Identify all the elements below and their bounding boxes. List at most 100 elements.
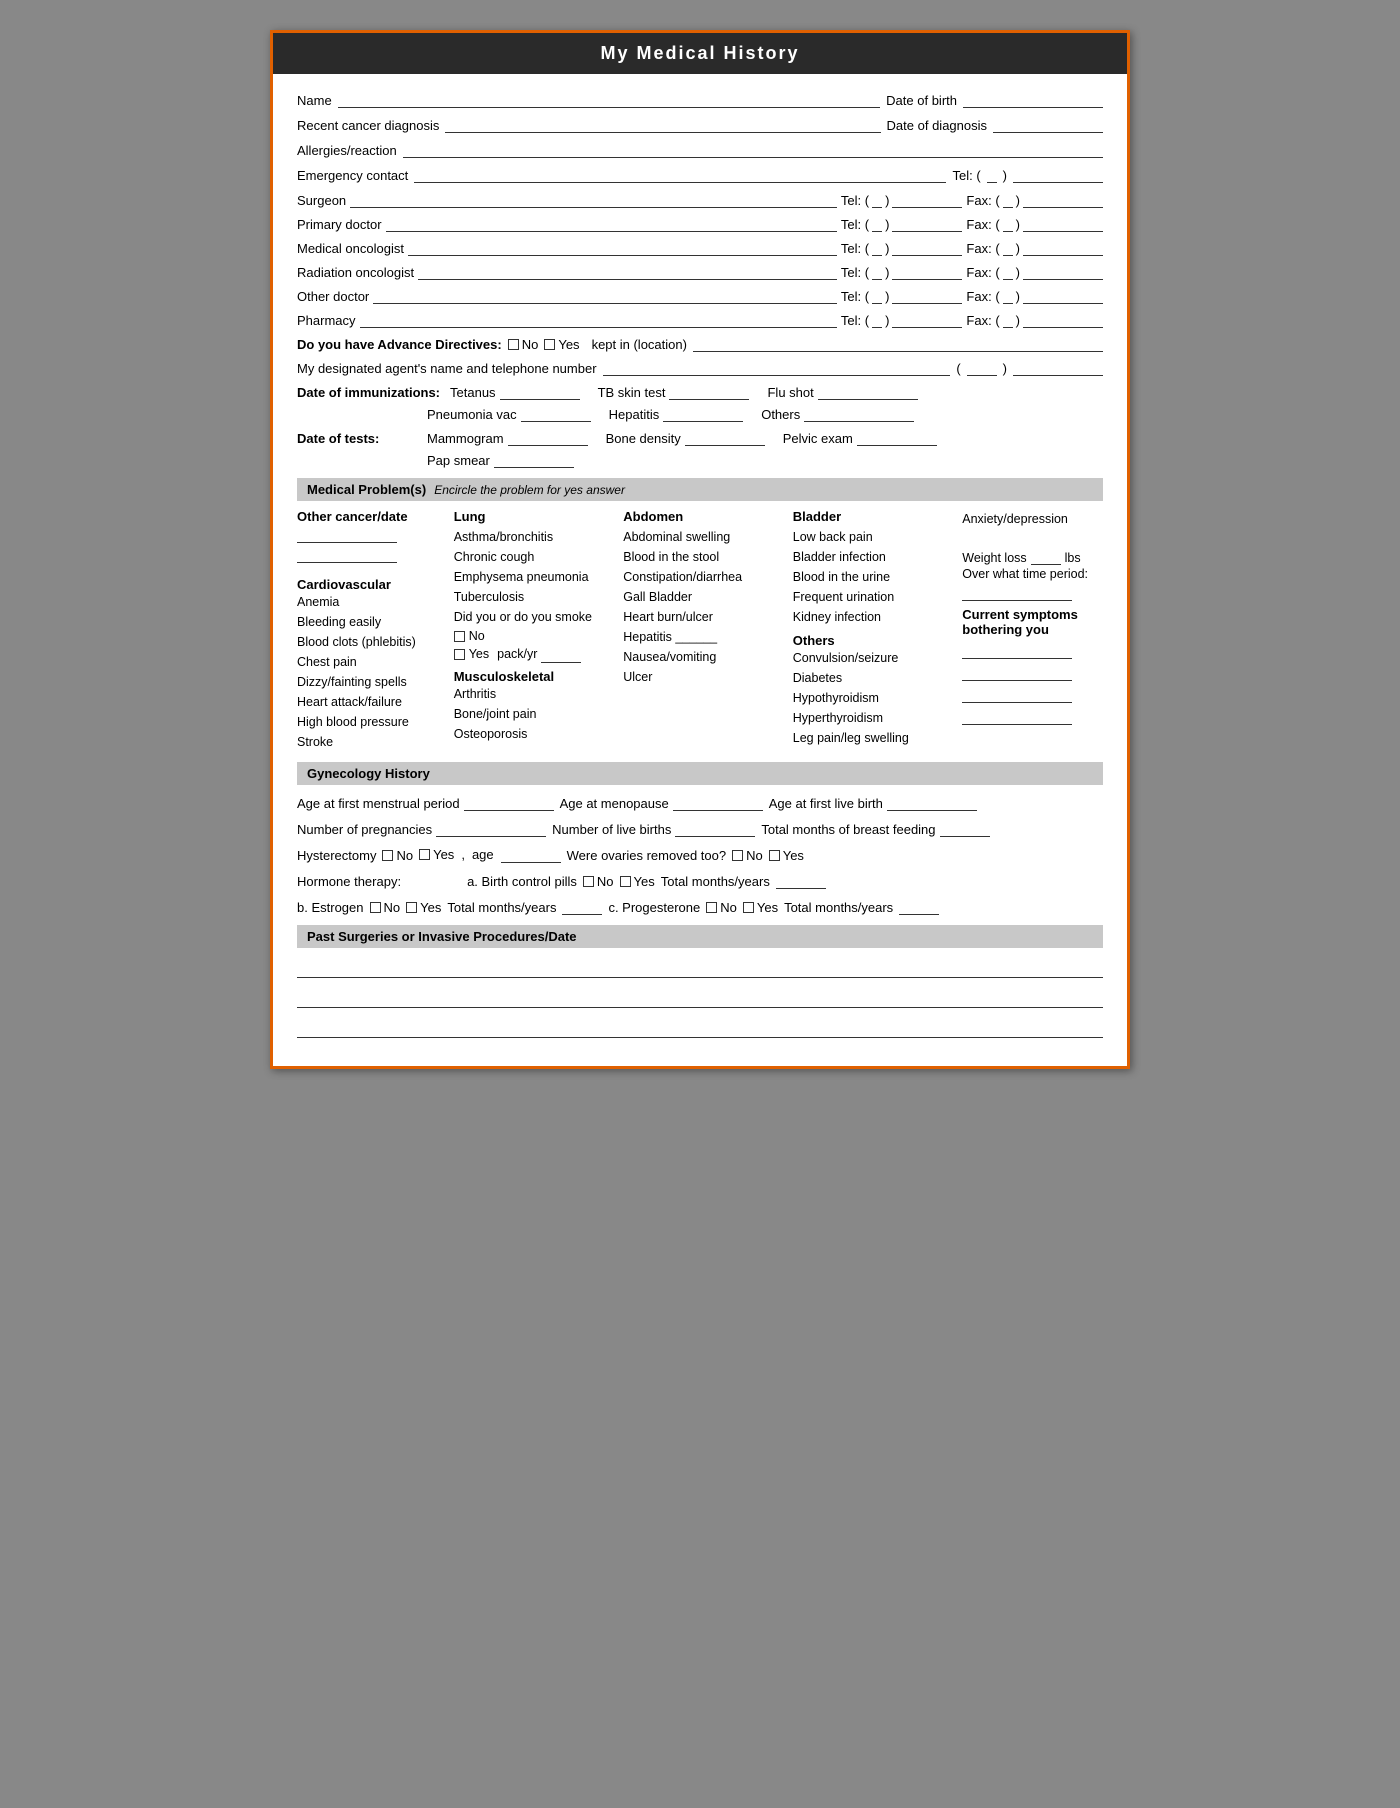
- dob-line: [963, 90, 1103, 108]
- ovaries-yes-checkbox[interactable]: [769, 850, 780, 861]
- radiation-row: Radiation oncologist Tel: ( ) Fax: ( ): [297, 262, 1103, 280]
- radiation-label: Radiation oncologist: [297, 265, 414, 280]
- problems-col-symptoms: Anxiety/depression Weight loss lbs Over …: [954, 509, 1103, 725]
- diagnosis-date-line: [993, 115, 1103, 133]
- others-item: Others: [761, 404, 914, 422]
- location-label: kept in (location): [592, 337, 687, 352]
- tb-item: TB skin test: [598, 382, 750, 400]
- cancer-label: Recent cancer diagnosis: [297, 118, 439, 133]
- advance-directives-row: Do you have Advance Directives: No Yes k…: [297, 334, 1103, 352]
- problems-col-abdomen: Abdomen Abdominal swelling Blood in the …: [615, 509, 785, 687]
- cardiovascular-stroke: Stroke: [297, 732, 438, 752]
- pharmacy-label: Pharmacy: [297, 313, 356, 328]
- cardiovascular-heart-attack: Heart attack/failure: [297, 692, 438, 712]
- hepatitis-item: Hepatitis: [609, 404, 744, 422]
- birth-control-yes-checkbox[interactable]: [620, 876, 631, 887]
- progesterone-yes-checkbox[interactable]: [743, 902, 754, 913]
- hysterectomy-no-checkbox[interactable]: [382, 850, 393, 861]
- dob-label: Date of birth: [886, 93, 957, 108]
- emergency-row: Emergency contact Tel: ( ): [297, 165, 1103, 183]
- location-line: [693, 334, 1103, 352]
- other-doctor-row: Other doctor Tel: ( ) Fax: ( ): [297, 286, 1103, 304]
- allergies-line: [403, 140, 1103, 158]
- surgery-line-3: [297, 1016, 1103, 1038]
- bone-density-item: Bone density: [606, 428, 765, 446]
- name-row: Name Date of birth: [297, 90, 1103, 108]
- oncologist-label: Medical oncologist: [297, 241, 404, 256]
- tests-section: Date of tests: Mammogram Bone density Pe…: [297, 428, 1103, 468]
- medical-history-form: My Medical History Name Date of birth Re…: [270, 30, 1130, 1069]
- problems-col-cancer: Other cancer/date Cardiovascular Anemia …: [297, 509, 446, 752]
- ovaries-no-checkbox[interactable]: [732, 850, 743, 861]
- smoke-no-checkbox[interactable]: [454, 631, 465, 642]
- birth-control-no-checkbox[interactable]: [583, 876, 594, 887]
- agent-row: My designated agent's name and telephone…: [297, 358, 1103, 376]
- estrogen-yes-checkbox[interactable]: [406, 902, 417, 913]
- allergies-row: Allergies/reaction: [297, 140, 1103, 158]
- smoke-yes-row: Yes pack/yr: [454, 645, 608, 663]
- agent-label: My designated agent's name and telephone…: [297, 361, 597, 376]
- agent-line: [603, 358, 951, 376]
- advance-yes: Yes: [544, 337, 579, 352]
- advance-label: Do you have Advance Directives:: [297, 337, 502, 352]
- gyn-row-1: Age at first menstrual period Age at men…: [297, 793, 1103, 811]
- problems-col-bladder: Bladder Low back pain Bladder infection …: [785, 509, 955, 748]
- emergency-line: [414, 165, 946, 183]
- primary-doctor-label: Primary doctor: [297, 217, 382, 232]
- gyn-row-4: Hormone therapy: a. Birth control pills …: [297, 871, 1103, 889]
- cancer-row: Recent cancer diagnosis Date of diagnosi…: [297, 115, 1103, 133]
- immun-row-2: Pneumonia vac Hepatitis Others: [297, 404, 1103, 422]
- gyn-row-3: Hysterectomy No Yes , age Were ovaries r…: [297, 845, 1103, 863]
- immun-label: Date of immunizations:: [297, 385, 440, 400]
- smoke-no-row: No: [454, 629, 608, 643]
- surgeries-header: Past Surgeries or Invasive Procedures/Da…: [297, 925, 1103, 948]
- pneumonia-item: Pneumonia vac: [427, 404, 591, 422]
- cancer-line: [445, 115, 880, 133]
- gynecology-header: Gynecology History: [297, 762, 1103, 785]
- cardiovascular-high-bp: High blood pressure: [297, 712, 438, 732]
- cardiovascular-chest-pain: Chest pain: [297, 652, 438, 672]
- name-label: Name: [297, 93, 332, 108]
- page-title: My Medical History: [273, 33, 1127, 74]
- estrogen-no-checkbox[interactable]: [370, 902, 381, 913]
- gyn-row-5: b. Estrogen No Yes Total months/years c.…: [297, 897, 1103, 915]
- smoke-yes-checkbox[interactable]: [454, 649, 465, 660]
- cardiovascular-blood-clots: Blood clots (phlebitis): [297, 632, 438, 652]
- pap-smear-item: Pap smear: [427, 450, 574, 468]
- anxiety-item: Anxiety/depression: [962, 509, 1103, 529]
- pelvic-exam-item: Pelvic exam: [783, 428, 937, 446]
- flu-item: Flu shot: [767, 382, 917, 400]
- hysterectomy-yes-checkbox[interactable]: [419, 849, 430, 860]
- immun-row-1: Date of immunizations: Tetanus TB skin t…: [297, 382, 1103, 400]
- cardiovascular-anemia: Anemia: [297, 592, 438, 612]
- surgery-line-2: [297, 986, 1103, 1008]
- surgery-lines: [297, 956, 1103, 1038]
- progesterone-no-checkbox[interactable]: [706, 902, 717, 913]
- other-doctor-label: Other doctor: [297, 289, 369, 304]
- immunizations-section: Date of immunizations: Tetanus TB skin t…: [297, 382, 1103, 422]
- emergency-label: Emergency contact: [297, 168, 408, 183]
- tests-row-2: Pap smear: [297, 450, 1103, 468]
- surgery-line-1: [297, 956, 1103, 978]
- advance-yes-checkbox[interactable]: [544, 339, 555, 350]
- problems-grid: Other cancer/date Cardiovascular Anemia …: [297, 509, 1103, 752]
- advance-no-checkbox[interactable]: [508, 339, 519, 350]
- diagnosis-date-label: Date of diagnosis: [887, 118, 987, 133]
- tests-row-1: Date of tests: Mammogram Bone density Pe…: [297, 428, 1103, 446]
- pharmacy-row: Pharmacy Tel: ( ) Fax: ( ): [297, 310, 1103, 328]
- cardiovascular-dizzy: Dizzy/fainting spells: [297, 672, 438, 692]
- cardiovascular-bleeding: Bleeding easily: [297, 612, 438, 632]
- surgeon-row: Surgeon Tel: ( ) Fax: ( ): [297, 190, 1103, 208]
- tetanus-item: Tetanus: [450, 382, 580, 400]
- allergies-label: Allergies/reaction: [297, 143, 397, 158]
- surgeon-label: Surgeon: [297, 193, 346, 208]
- oncologist-row: Medical oncologist Tel: ( ) Fax: ( ): [297, 238, 1103, 256]
- name-line: [338, 90, 880, 108]
- tests-label: Date of tests:: [297, 431, 417, 446]
- problems-col-lung: Lung Asthma/bronchitis Chronic cough Emp…: [446, 509, 616, 744]
- gyn-row-2: Number of pregnancies Number of live bir…: [297, 819, 1103, 837]
- mammogram-item: Mammogram: [427, 428, 588, 446]
- emergency-tel-label: Tel: (: [952, 168, 980, 183]
- medical-problems-header: Medical Problem(s) Encircle the problem …: [297, 478, 1103, 501]
- advance-no: No: [508, 337, 539, 352]
